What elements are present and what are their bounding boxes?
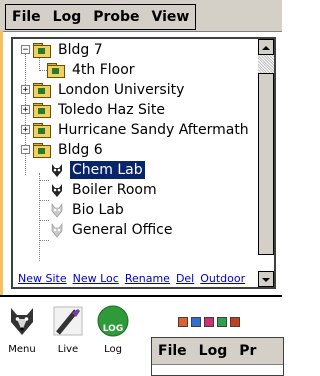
probe-active-icon — [52, 164, 62, 177]
launcher-label: Live — [57, 344, 79, 355]
launcher-label: Log — [104, 344, 122, 355]
tray-doc-icon[interactable] — [178, 317, 188, 327]
launcher-label: Menu — [8, 344, 36, 355]
mini-menu-bar: File Log Pr — [152, 338, 283, 365]
scroll-up-button[interactable] — [258, 39, 274, 55]
vertical-scrollbar[interactable] — [258, 39, 274, 287]
tree-item[interactable]: 4th Floor — [47, 60, 137, 80]
mini-menu-probe[interactable]: Pr — [233, 343, 262, 359]
probe-inactive-icon — [51, 203, 63, 218]
tree-item-label: Bio Lab — [72, 202, 124, 218]
collapse-icon[interactable]: − — [21, 145, 30, 155]
tree-item[interactable]: Boiler Room — [49, 180, 159, 200]
expand-icon[interactable]: + — [21, 125, 30, 135]
tray-icons — [178, 317, 240, 327]
menu-group: File Log Probe View — [5, 4, 197, 30]
new-loc-link[interactable]: New Loc — [73, 272, 119, 285]
probe-wand-icon — [53, 306, 83, 336]
tray-edit-icon[interactable] — [204, 317, 214, 327]
tree-line — [39, 220, 49, 221]
tree-item-label: General Office — [72, 222, 173, 238]
action-links: New Site New Loc Rename Del Outdoor — [18, 272, 245, 285]
tree-item[interactable]: Hurricane Sandy Aftermath — [33, 120, 251, 140]
tree-item[interactable]: Toledo Haz Site — [33, 100, 167, 120]
collapse-icon[interactable]: − — [21, 45, 30, 55]
tree-line — [39, 173, 40, 261]
tree-item-label: Boiler Room — [72, 182, 157, 198]
tree-item-label: Bldg 6 — [58, 142, 103, 158]
mini-window: File Log Pr — [151, 337, 284, 376]
menu-probe[interactable]: Probe — [87, 5, 145, 29]
tray-chart-icon[interactable] — [217, 317, 227, 327]
tree-item-label: 4th Floor — [72, 62, 135, 78]
folder-icon — [33, 103, 51, 118]
tree-item[interactable]: Chem Lab — [49, 160, 146, 180]
tree-line — [39, 200, 49, 201]
scroll-down-button[interactable] — [258, 271, 274, 287]
arrow-up-icon — [262, 46, 270, 50]
tray-monitor-icon[interactable] — [191, 317, 201, 327]
tree-item[interactable]: London University — [33, 80, 186, 100]
folder-icon — [33, 43, 51, 58]
menu-log[interactable]: Log — [47, 5, 88, 29]
outdoor-link[interactable]: Outdoor — [200, 272, 245, 285]
tray-network-icon[interactable] — [230, 317, 240, 327]
menu-file[interactable]: File — [6, 5, 47, 29]
del-link[interactable]: Del — [176, 272, 194, 285]
new-site-link[interactable]: New Site — [18, 272, 67, 285]
probe-active-icon — [52, 184, 62, 197]
menu-view[interactable]: View — [146, 5, 196, 29]
folder-icon — [33, 143, 51, 158]
launcher-area: Menu Live LOG Log File Log Pr — [0, 297, 284, 376]
live-launcher[interactable]: Live — [48, 305, 88, 355]
arrow-down-icon — [262, 278, 270, 282]
left-accent-strip — [0, 31, 3, 295]
tree-item-label: Hurricane Sandy Aftermath — [58, 122, 249, 138]
tree-item-label: London University — [58, 82, 185, 98]
expand-icon[interactable]: + — [21, 105, 30, 115]
log-launcher[interactable]: LOG Log — [93, 305, 133, 355]
tree-item[interactable]: General Office — [49, 220, 175, 240]
mini-menu-log[interactable]: Log — [193, 343, 234, 359]
folder-icon — [33, 83, 51, 98]
scroll-track[interactable] — [258, 55, 274, 73]
tree-item[interactable]: Bio Lab — [49, 200, 126, 220]
tree-line — [39, 240, 49, 241]
wolf-icon — [11, 308, 33, 335]
menu-bar: File Log Probe View — [0, 0, 282, 32]
expand-icon[interactable]: + — [21, 85, 30, 95]
tree-item-label: Chem Lab — [69, 160, 146, 180]
site-tree[interactable]: − Bldg 7 4th Floor + London University +… — [11, 37, 276, 289]
tree-item-label: Bldg 7 — [58, 42, 103, 58]
menu-launcher[interactable]: Menu — [2, 305, 42, 355]
tree-item[interactable]: Bldg 6 — [33, 140, 105, 160]
scroll-thumb[interactable] — [258, 73, 274, 255]
folder-icon — [33, 123, 51, 138]
rename-link[interactable]: Rename — [125, 272, 170, 285]
tree-item[interactable]: Bldg 7 — [33, 40, 105, 60]
tree-line — [39, 180, 49, 181]
log-badge: LOG — [102, 324, 124, 334]
mini-menu-file[interactable]: File — [152, 343, 193, 359]
tree-item-label: Toledo Haz Site — [58, 102, 165, 118]
probe-inactive-icon — [51, 223, 63, 238]
folder-icon — [47, 63, 65, 78]
